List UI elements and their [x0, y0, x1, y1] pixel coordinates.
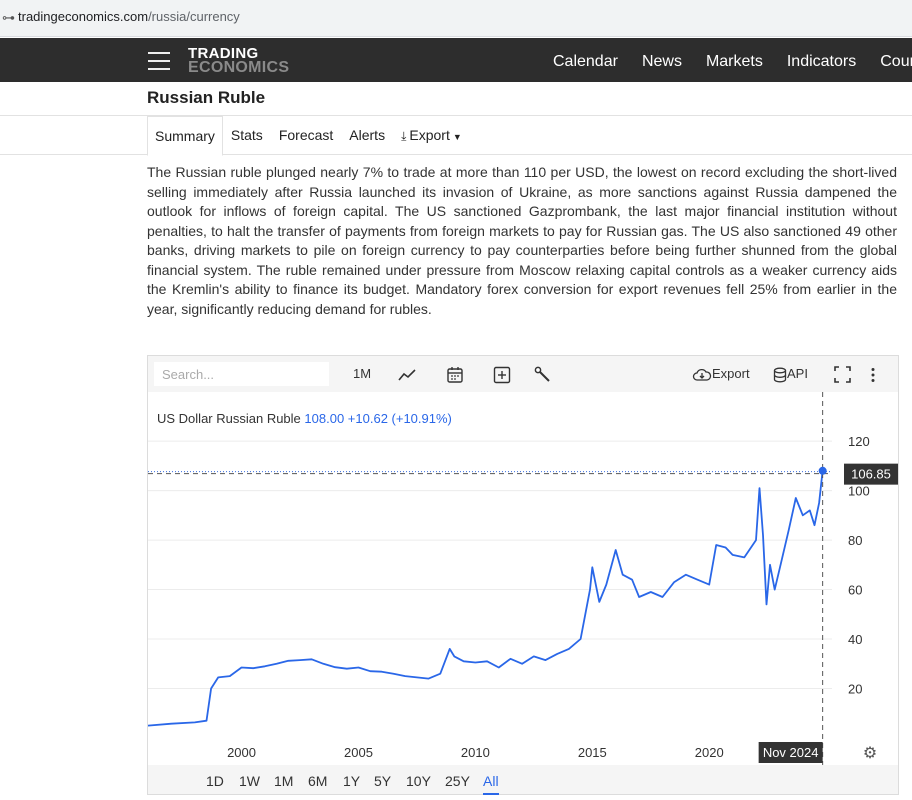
url-text[interactable]: tradingeconomics.com/russia/currency [18, 9, 240, 24]
y-tick-label: 60 [848, 583, 862, 598]
x-tick-label: 2015 [578, 745, 607, 760]
range-button-all[interactable]: All [483, 771, 499, 795]
divider [222, 154, 912, 155]
caret-down-icon: ▼ [452, 132, 462, 142]
y-tick-label: 100 [848, 484, 870, 499]
last-point-marker [818, 466, 827, 475]
chart-search-input[interactable] [154, 362, 329, 386]
content-tabs: Summary Stats Forecast Alerts ⤓ Export ▼ [147, 116, 470, 156]
range-button-1m[interactable]: 1M [274, 771, 293, 793]
page-title: Russian Ruble [147, 88, 266, 107]
interval-button[interactable]: 1M [353, 356, 371, 392]
range-button-1w[interactable]: 1W [239, 771, 260, 793]
api-button[interactable]: API [773, 356, 808, 392]
wrench-icon[interactable] [534, 356, 552, 392]
y-tick-label: 40 [848, 632, 862, 647]
chart-container: 1M Export API US Dollar Russian Ruble 10… [147, 355, 899, 795]
tab-export[interactable]: ⤓ Export ▼ [393, 116, 470, 154]
logo-line-2: ECONOMICS [188, 59, 290, 76]
range-button-6m[interactable]: 6M [308, 771, 327, 793]
range-button-1d[interactable]: 1D [206, 771, 224, 793]
x-tick-label: 2010 [461, 745, 490, 760]
nav-link-indicators[interactable]: Indicators [787, 38, 856, 82]
tab-export-label: Export [409, 127, 450, 143]
url-path: /russia/currency [148, 9, 240, 24]
chart-export-button[interactable]: Export [692, 356, 750, 392]
trading-economics-logo[interactable]: TRADING ECONOMICS [188, 46, 290, 76]
nav-link-markets[interactable]: Markets [706, 38, 763, 82]
y-tick-label: 120 [848, 434, 870, 449]
range-button-1y[interactable]: 1Y [343, 771, 360, 793]
hamburger-menu-icon[interactable] [148, 52, 170, 70]
download-icon: ⤓ [401, 129, 407, 143]
calendar-icon[interactable] [446, 356, 464, 392]
price-label: 106.85 [851, 467, 891, 482]
more-vertical-icon[interactable] [870, 356, 876, 392]
x-tick-label: 2020 [695, 745, 724, 760]
nav-links: Calendar News Markets Indicators Countri… [553, 38, 912, 82]
plus-square-icon[interactable] [493, 356, 511, 392]
gear-icon[interactable]: ⚙ [863, 743, 877, 762]
fullscreen-icon[interactable] [834, 356, 851, 392]
x-tick-label: 2005 [344, 745, 373, 760]
site-info-icon[interactable]: ⊶ [2, 10, 15, 26]
url-host: tradingeconomics.com [18, 9, 149, 24]
line-chart-icon[interactable] [398, 356, 418, 392]
chart-toolbar: 1M Export API [148, 356, 898, 392]
range-button-5y[interactable]: 5Y [374, 771, 391, 793]
nav-link-calendar[interactable]: Calendar [553, 38, 618, 82]
nav-link-news[interactable]: News [642, 38, 682, 82]
date-label: Nov 2024 [763, 745, 819, 760]
tab-forecast[interactable]: Forecast [271, 116, 341, 154]
tab-alerts[interactable]: Alerts [341, 116, 393, 154]
range-selector: 1D 1W 1M 6M 1Y 5Y 10Y 25Y All [148, 765, 898, 795]
nav-link-countries[interactable]: Countries [880, 38, 912, 82]
price-chart[interactable]: 20 40 60 80 100 120 2000 2005 2010 2015 2020 106.85… [148, 392, 898, 765]
browser-address-bar[interactable]: ⊶ tradingeconomics.com/russia/currency [0, 0, 912, 37]
y-tick-label: 80 [848, 533, 862, 548]
range-button-10y[interactable]: 10Y [406, 771, 431, 793]
chart-export-label: Export [712, 366, 750, 381]
top-navigation: TRADING ECONOMICS Calendar News Markets … [0, 38, 912, 82]
api-label: API [787, 366, 808, 381]
range-button-25y[interactable]: 25Y [445, 771, 470, 793]
x-tick-label: 2000 [227, 745, 256, 760]
y-tick-label: 20 [848, 682, 862, 697]
tab-stats[interactable]: Stats [223, 116, 271, 154]
summary-paragraph: The Russian ruble plunged nearly 7% to t… [147, 164, 897, 317]
divider [0, 154, 147, 155]
tab-summary[interactable]: Summary [147, 116, 223, 156]
series-line [148, 470, 824, 727]
